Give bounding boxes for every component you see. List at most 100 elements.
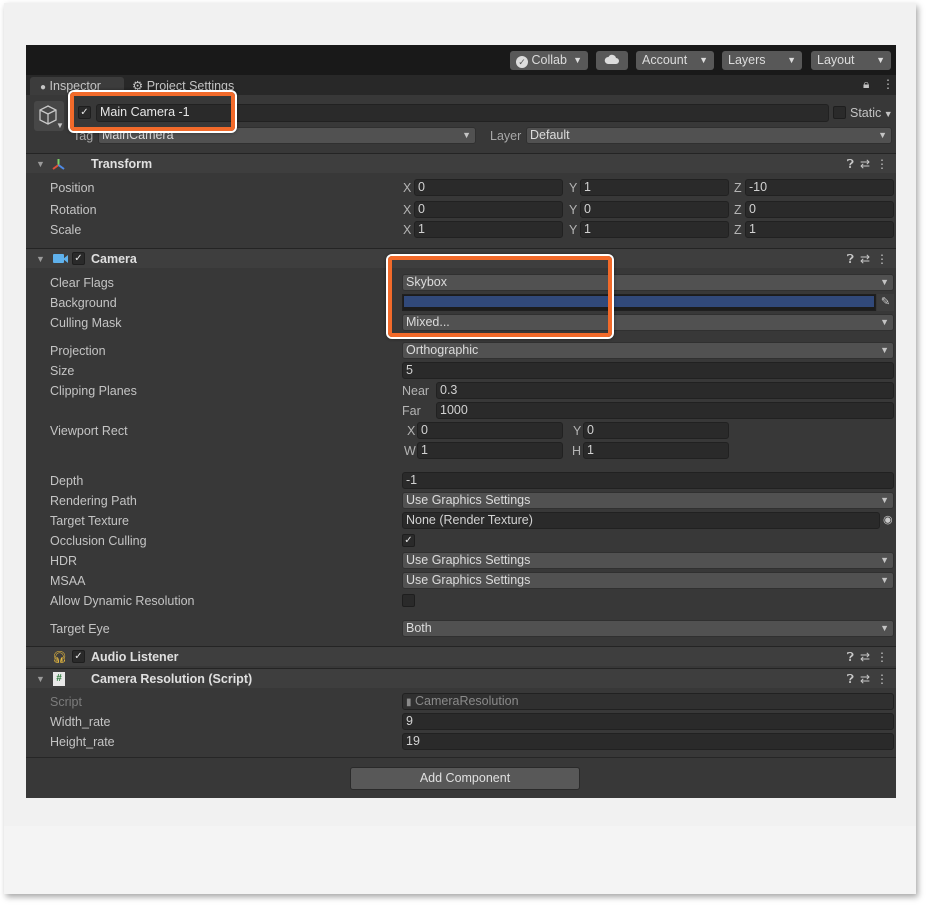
far-label: Far [402, 404, 421, 418]
script-field: ▮ CameraResolution [402, 693, 894, 710]
occlusion-culling-checkbox[interactable]: ✓ [402, 534, 415, 547]
account-dropdown[interactable]: Account ▼ [636, 51, 714, 70]
script-file-icon: ▮ [406, 697, 412, 708]
cloud-button[interactable] [596, 51, 628, 70]
far-input[interactable]: 1000 [436, 402, 894, 419]
scale-z-input[interactable]: 1 [745, 221, 894, 238]
hdr-dropdown[interactable]: Use Graphics Settings ▼ [402, 552, 894, 569]
msaa-label: MSAA [50, 574, 86, 588]
preset-icon[interactable]: ⇄ [860, 647, 870, 667]
transform-title: Transform [91, 157, 153, 171]
audio-listener-header-icons: ❓︎ ⇄ ⋮ [841, 647, 888, 667]
projection-label: Projection [50, 344, 106, 358]
add-component-button[interactable]: Add Component [350, 767, 580, 790]
layout-dropdown[interactable]: Layout ▼ [811, 51, 891, 70]
eyedropper-icon[interactable]: ✎ [877, 294, 894, 311]
scale-x-input[interactable]: 1 [414, 221, 563, 238]
component-menu-icon[interactable]: ⋮ [876, 669, 888, 689]
hdr-label: HDR [50, 554, 78, 568]
viewport-rect-label: Viewport Rect [50, 424, 128, 438]
help-icon[interactable]: ❓︎ [847, 647, 854, 667]
viewport-x-input[interactable]: 0 [417, 422, 563, 439]
size-label: Size [50, 364, 75, 378]
depth-input[interactable]: -1 [402, 472, 894, 489]
rotation-z-input[interactable]: 0 [745, 201, 894, 218]
layers-dropdown[interactable]: Layers ▼ [722, 51, 802, 70]
viewport-w-input[interactable]: 1 [417, 442, 563, 459]
headphones-icon: 🎧︎ [52, 650, 68, 664]
rotation-x-input[interactable]: 0 [414, 201, 563, 218]
icon-caret-icon: ▼ [56, 121, 64, 130]
gear-icon: ⚙ [132, 79, 144, 93]
projection-dropdown[interactable]: Orthographic ▼ [402, 342, 894, 359]
audio-listener-title: Audio Listener [91, 650, 179, 664]
static-checkbox[interactable] [833, 106, 846, 119]
lock-icon[interactable]: 🔒︎ [863, 77, 869, 92]
camera-header-icons: ❓︎ ⇄ ⋮ [841, 249, 888, 269]
near-input[interactable]: 0.3 [436, 382, 894, 399]
collab-caret-icon: ▼ [573, 55, 582, 65]
axis-z-label: Z [734, 223, 742, 237]
camera-resolution-header[interactable]: ▼ # Camera Resolution (Script) ❓︎ ⇄ ⋮ [26, 668, 896, 688]
position-label: Position [50, 181, 95, 195]
preset-icon[interactable]: ⇄ [860, 669, 870, 689]
camera-lens-icon [63, 255, 68, 263]
target-eye-dropdown[interactable]: Both ▼ [402, 620, 894, 637]
component-menu-icon[interactable]: ⋮ [876, 154, 888, 174]
tab-menu-icon[interactable]: ⋮ [882, 77, 894, 91]
rendering-path-caret-icon: ▼ [880, 495, 889, 505]
check-icon: ✓ [404, 535, 413, 546]
transform-header[interactable]: ▼ Transform ❓︎ ⇄ ⋮ [26, 153, 896, 173]
msaa-dropdown[interactable]: Use Graphics Settings ▼ [402, 572, 894, 589]
tag-caret-icon: ▼ [462, 130, 471, 140]
object-picker-icon[interactable]: ◉ [883, 512, 893, 529]
layer-value: Default [530, 128, 570, 142]
camera-title: Camera [91, 252, 137, 266]
axis-z-label: Z [734, 203, 742, 217]
layer-dropdown[interactable]: Default ▼ [526, 127, 892, 144]
collab-button[interactable]: ✓ Collab ▼ [510, 51, 588, 70]
axis-y-label: Y [573, 424, 582, 438]
viewport-y-input[interactable]: 0 [583, 422, 729, 439]
fold-arrow-icon[interactable]: ▼ [36, 154, 45, 174]
size-input[interactable]: 5 [402, 362, 894, 379]
position-z-input[interactable]: -10 [745, 179, 894, 196]
check-icon: ✓ [74, 253, 83, 264]
component-menu-icon[interactable]: ⋮ [876, 249, 888, 269]
fold-arrow-icon[interactable]: ▼ [36, 249, 45, 269]
axis-x-label: X [403, 223, 412, 237]
static-label[interactable]: Static ▼ [850, 105, 893, 122]
help-icon[interactable]: ❓︎ [847, 669, 854, 689]
camera-enabled-checkbox[interactable]: ✓ [72, 252, 85, 265]
allow-dynamic-resolution-label: Allow Dynamic Resolution [50, 594, 195, 608]
info-icon: ● [40, 82, 47, 93]
axis-y-label: Y [569, 203, 578, 217]
audio-listener-enabled-checkbox[interactable]: ✓ [72, 650, 85, 663]
width-rate-input[interactable]: 9 [402, 713, 894, 730]
preset-icon[interactable]: ⇄ [860, 249, 870, 269]
position-y-input[interactable]: 1 [580, 179, 729, 196]
audio-listener-header[interactable]: 🎧︎ ✓ Audio Listener ❓︎ ⇄ ⋮ [26, 646, 896, 666]
culling-mask-caret-icon: ▼ [880, 317, 889, 327]
fold-arrow-icon[interactable]: ▼ [36, 669, 45, 689]
rotation-y-input[interactable]: 0 [580, 201, 729, 218]
account-caret-icon: ▼ [699, 55, 708, 65]
help-icon[interactable]: ❓︎ [847, 249, 854, 269]
component-menu-icon[interactable]: ⋮ [876, 647, 888, 667]
projection-value: Orthographic [406, 343, 479, 357]
axis-x-label: X [407, 424, 416, 438]
rendering-path-dropdown[interactable]: Use Graphics Settings ▼ [402, 492, 894, 509]
viewport-h-input[interactable]: 1 [583, 442, 729, 459]
preset-icon[interactable]: ⇄ [860, 154, 870, 174]
layout-caret-icon: ▼ [876, 55, 885, 65]
clear-flags-caret-icon: ▼ [880, 277, 889, 287]
msaa-caret-icon: ▼ [880, 575, 889, 585]
height-rate-input[interactable]: 19 [402, 733, 894, 750]
target-eye-value: Both [406, 621, 432, 635]
position-x-input[interactable]: 0 [414, 179, 563, 196]
msaa-value: Use Graphics Settings [406, 573, 531, 587]
help-icon[interactable]: ❓︎ [847, 154, 854, 174]
target-texture-field[interactable]: None (Render Texture) [402, 512, 880, 529]
scale-y-input[interactable]: 1 [580, 221, 729, 238]
allow-dynamic-resolution-checkbox[interactable] [402, 594, 415, 607]
